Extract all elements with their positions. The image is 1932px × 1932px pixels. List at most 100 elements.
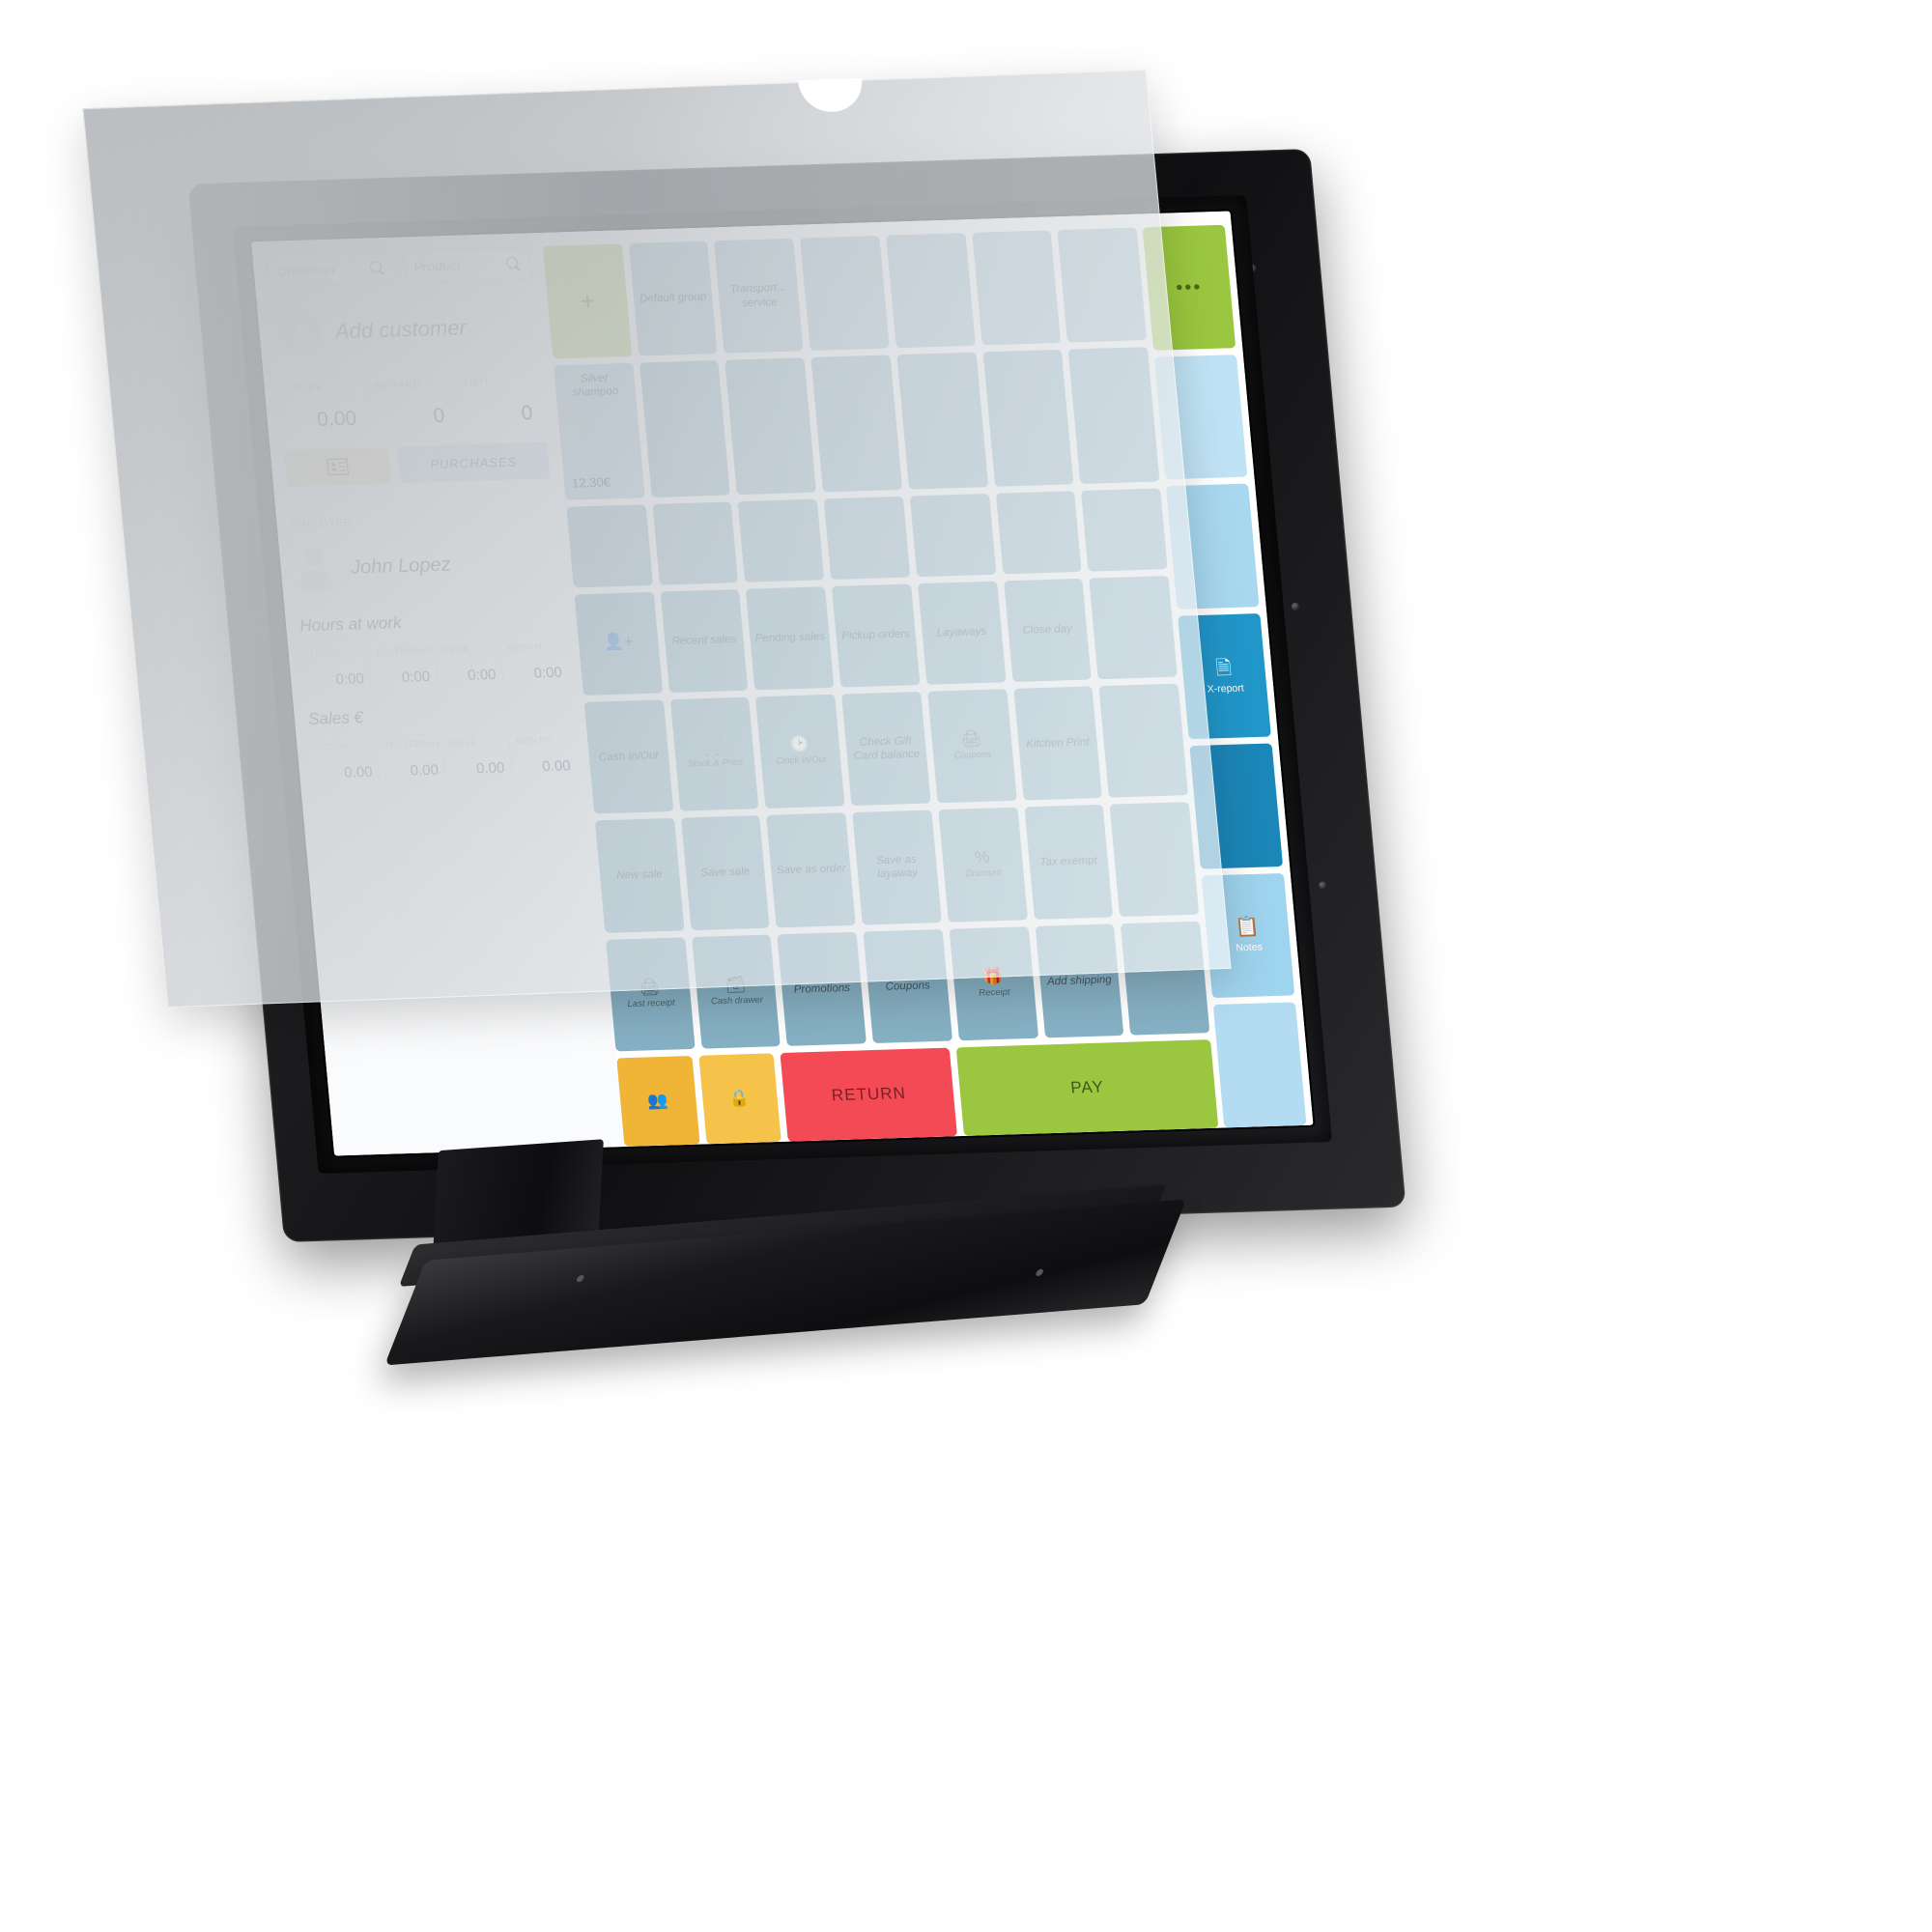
close-day-tile[interactable]: Close day: [1003, 578, 1093, 682]
product-tile-empty[interactable]: [810, 355, 902, 493]
column-header: MONTH: [506, 641, 543, 653]
gift-icon: 🎁: [981, 966, 1005, 986]
add-customer-tile[interactable]: 👤+: [574, 591, 663, 696]
pending-sales-tile[interactable]: Pending sales: [746, 586, 835, 691]
promotions-tile[interactable]: Promotions: [777, 931, 867, 1046]
stat-store: STORE 0.00: [278, 381, 370, 433]
discount-tile[interactable]: % Discount: [938, 807, 1028, 923]
return-button[interactable]: RETURN: [780, 1047, 958, 1142]
product-tile-empty[interactable]: [995, 490, 1082, 575]
save-as-order-tile[interactable]: Save as order: [766, 812, 856, 927]
customers-icon: 👥: [646, 1091, 670, 1111]
x-report-label: X-report: [1207, 681, 1245, 696]
column-header: WEEK: [440, 643, 470, 655]
product-tile-empty[interactable]: [737, 498, 825, 582]
stock-price-tile[interactable]: 🛒 Stock & Price: [669, 696, 759, 811]
product-tile-silver-shampoo[interactable]: Silver shampoo 12.30€: [554, 362, 645, 500]
save-sale-tile[interactable]: Save sale: [680, 815, 771, 930]
coupons-print-tile[interactable]: 🖨 Coupons: [926, 688, 1017, 804]
printer-icon: 🖨: [638, 977, 662, 997]
employee-row[interactable]: John Lopez: [293, 539, 560, 592]
product-name: Silver shampoo: [572, 372, 619, 400]
rail-button-empty[interactable]: [1165, 484, 1260, 610]
pay-button[interactable]: PAY: [955, 1039, 1219, 1136]
x-report-button[interactable]: 🗎 X-report: [1178, 613, 1271, 740]
rail-button-empty[interactable]: [1212, 1002, 1307, 1128]
group-tile-default[interactable]: Default group: [628, 241, 719, 356]
product-tile-empty[interactable]: [566, 503, 653, 588]
sales-table: TODAY 0.00 YESTERDAY 0.00 WEEK 0.00 MONT…: [310, 734, 578, 781]
stat-reward: REWARD 0: [364, 378, 458, 431]
group-tile-empty[interactable]: [800, 235, 890, 352]
purchases-button[interactable]: PURCHASES: [396, 441, 551, 484]
filter-notch: [798, 77, 866, 113]
product-tile-empty[interactable]: [909, 493, 997, 578]
rail-button-empty[interactable]: [1189, 743, 1284, 869]
stat-value: 0: [432, 404, 446, 428]
receipt-gift-tile[interactable]: 🎁 Receipt: [949, 925, 1038, 1041]
percent-icon: %: [974, 847, 991, 867]
group-tile-empty[interactable]: [971, 230, 1062, 346]
add-customer-label: Add customer: [333, 315, 468, 344]
function-tile-empty[interactable]: [1098, 683, 1189, 798]
tile-label: Clock In/Out: [775, 753, 828, 767]
notes-button[interactable]: 📋 Notes: [1201, 872, 1295, 999]
customers-button[interactable]: 👥: [616, 1055, 700, 1148]
lock-button[interactable]: 🔒: [697, 1053, 781, 1145]
stat-value: 0: [520, 402, 534, 425]
group-tile-transport[interactable]: Transport... service: [714, 238, 804, 354]
product-tile-empty[interactable]: [823, 496, 911, 581]
customer-search-input[interactable]: Customer: [266, 250, 396, 288]
rail-button-empty[interactable]: [1153, 354, 1248, 480]
monitor-bezel: Customer Product Add customer STORE 0.00…: [187, 149, 1406, 1242]
column-header: TODAY: [308, 647, 342, 659]
function-tile-empty[interactable]: [1109, 802, 1200, 917]
product-tile-empty[interactable]: [1067, 347, 1160, 484]
stat-label: STORE: [285, 382, 324, 395]
product-tile-empty[interactable]: [982, 349, 1074, 487]
cash-drawer-tile[interactable]: 🗃 Cash drawer: [691, 934, 781, 1049]
last-receipt-tile[interactable]: 🖨 Last receipt: [606, 936, 696, 1052]
column-value: 0.00: [541, 757, 572, 776]
save-as-layaway-tile[interactable]: Save as layaway: [852, 810, 942, 925]
function-tile-empty[interactable]: [1089, 576, 1178, 679]
add-product-tile[interactable]: +: [542, 243, 633, 359]
group-tile-empty[interactable]: [1057, 227, 1148, 343]
product-tile-empty[interactable]: [639, 360, 731, 497]
stat-label: REWARD: [373, 379, 422, 392]
add-shipping-tile[interactable]: Add shipping: [1035, 923, 1124, 1038]
cash-in-out-tile[interactable]: Cash In/Out: [583, 699, 674, 814]
customer-search-placeholder: Customer: [276, 261, 337, 279]
function-grid-area: + Default group Transport... service Sil…: [541, 213, 1224, 1148]
kitchen-print-tile[interactable]: Kitchen Print: [1012, 686, 1103, 801]
column-header: YESTERDAY: [383, 738, 441, 751]
add-customer-icon: 👤+: [602, 632, 635, 652]
coupons-tile[interactable]: Coupons: [863, 928, 952, 1044]
function-tile-empty[interactable]: [1121, 921, 1210, 1036]
product-tile-empty[interactable]: [896, 352, 988, 490]
base-screw: [1035, 1268, 1045, 1277]
tax-exempt-tile[interactable]: Tax exempt: [1024, 805, 1114, 920]
product-tile-empty[interactable]: [724, 357, 817, 495]
product-tile-empty[interactable]: [652, 500, 739, 585]
lock-icon: 🔒: [727, 1089, 752, 1108]
employee-section-label: EMPLOYEE: [290, 517, 352, 530]
monitor-screen: Customer Product Add customer STORE 0.00…: [251, 211, 1314, 1156]
base-screw: [575, 1274, 585, 1283]
more-options-button[interactable]: •••: [1142, 224, 1236, 351]
add-customer-button[interactable]: Add customer: [276, 304, 538, 355]
product-search-input[interactable]: Product: [402, 246, 532, 284]
layaways-tile[interactable]: Layaways: [917, 581, 1007, 685]
check-gift-card-tile[interactable]: Check Gift Card balance: [841, 691, 931, 807]
column-value: 0.00: [343, 763, 374, 781]
clock-in-out-tile[interactable]: 🕑 Clock In/Out: [755, 694, 845, 809]
customer-card-button[interactable]: [283, 446, 392, 487]
product-tile-empty[interactable]: [1081, 488, 1168, 572]
new-sale-tile[interactable]: New sale: [594, 817, 685, 933]
hours-col-today: TODAY 0:00: [302, 647, 371, 689]
hours-col-month: MONTH 0:00: [498, 640, 569, 683]
group-tile-empty[interactable]: [886, 233, 976, 349]
tile-label: Discount: [965, 867, 1003, 880]
pickup-orders-tile[interactable]: Pickup orders: [832, 583, 921, 688]
recent-sales-tile[interactable]: Recent sales: [660, 589, 749, 693]
